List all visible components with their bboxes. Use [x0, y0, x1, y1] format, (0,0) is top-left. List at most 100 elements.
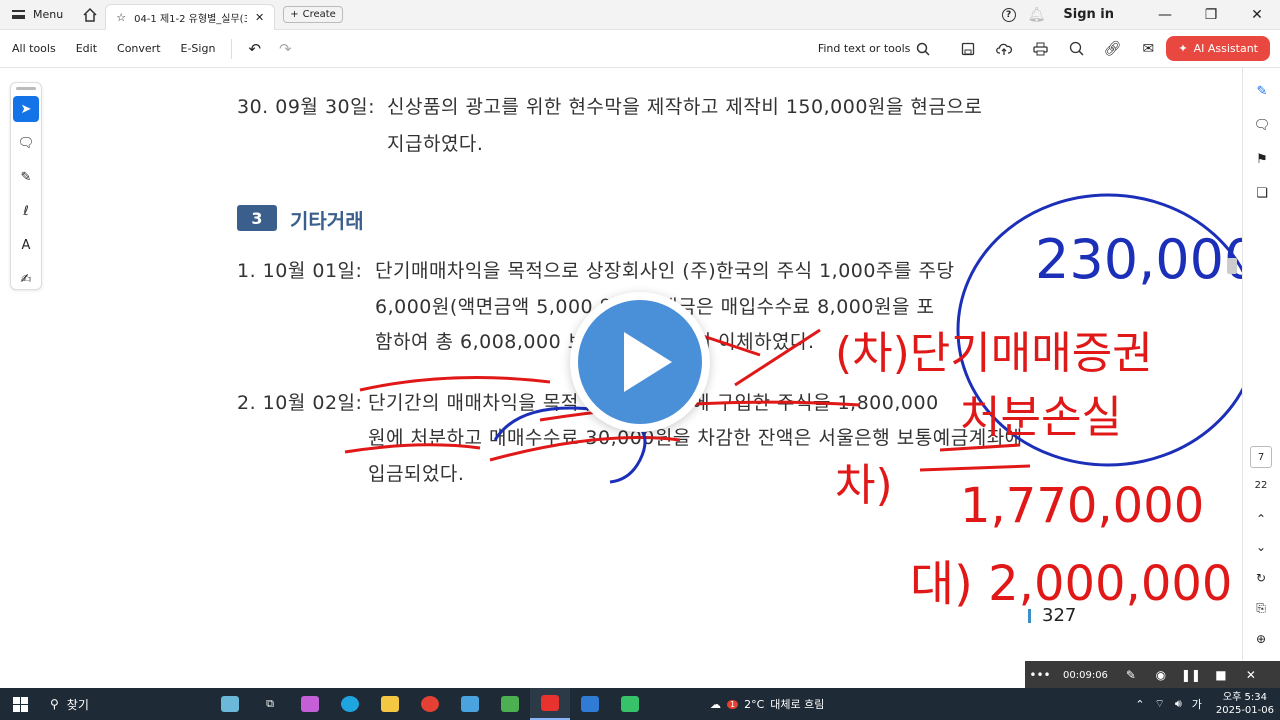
weather-widget[interactable]: ☁ 1 2°C 대체로 흐림 [710, 696, 824, 712]
question-30-line2: 지급하였다. [387, 133, 484, 155]
pen-icon[interactable]: ✎ [1116, 668, 1146, 682]
chevron-up-icon[interactable]: ⌃ [1135, 698, 1144, 711]
all-tools-button[interactable]: All tools [0, 42, 66, 55]
play-button-icon[interactable] [570, 292, 710, 432]
main-toolbar: All tools Edit Convert E-Sign ↶ ↷ Find t… [0, 30, 1280, 68]
green-app-icon[interactable] [490, 688, 530, 720]
print-icon[interactable] [1022, 42, 1058, 56]
total-pages: 22 [1254, 480, 1268, 491]
link-icon[interactable]: 🔗︎ [1094, 41, 1130, 57]
file-explorer-icon[interactable] [370, 688, 410, 720]
recorder-app-icon[interactable] [610, 688, 650, 720]
stop-icon[interactable]: ■ [1206, 668, 1236, 682]
ai-assistant-button[interactable]: ✦ AI Assistant [1166, 36, 1270, 61]
email-icon[interactable]: ✉ [1130, 41, 1166, 57]
find-label: Find text or tools [817, 42, 911, 55]
pause-icon[interactable]: ❚❚ [1176, 668, 1206, 682]
menu-label: Menu [33, 8, 64, 21]
bookmarks-icon[interactable]: ⚑ [1243, 142, 1280, 176]
esign-button[interactable]: E-Sign [171, 42, 226, 55]
create-button[interactable]: + Create [283, 6, 343, 23]
star-icon[interactable]: ☆ [116, 11, 126, 24]
chrome-app-icon[interactable] [410, 688, 450, 720]
redo-icon[interactable]: ↷ [271, 40, 300, 58]
edit-button[interactable]: Edit [66, 42, 107, 55]
tab-title: 04-1 제1-2 유형별_실무(321... [134, 13, 247, 25]
task-view-icon[interactable]: ⧉ [250, 688, 290, 720]
blue-app-icon[interactable] [570, 688, 610, 720]
pages-icon[interactable]: ❏ [1243, 176, 1280, 210]
widgets-app-icon[interactable] [210, 688, 250, 720]
minimize-icon[interactable]: — [1142, 0, 1188, 30]
cloud-icon: ☁ [710, 697, 721, 711]
clock[interactable]: 오후 5:34 2025-01-06 [1216, 691, 1274, 717]
document-tab[interactable]: ☆ 04-1 제1-2 유형별_실무(321... ✕ [105, 3, 276, 30]
find-tools-button[interactable]: Find text or tools [818, 42, 931, 56]
more-options-icon[interactable]: ••• [1025, 668, 1055, 682]
screen-recorder-bar: ••• 00:09:06 ✎ ◉ ❚❚ ■ ✕ [1025, 661, 1280, 689]
add-comment-icon[interactable]: 🗨︎ [13, 130, 39, 156]
windows-start-icon[interactable] [0, 688, 40, 720]
fill-sign-icon[interactable]: ✍ [13, 266, 39, 292]
menu-button[interactable]: Menu [0, 0, 75, 30]
clock-date: 2025-01-06 [1215, 705, 1274, 716]
weather-desc: 대체로 흐림 [770, 698, 825, 711]
section-title: 기타거래 [290, 209, 364, 233]
help-icon[interactable]: ? [1001, 7, 1016, 22]
question-30-line1: 신상품의 광고를 위한 현수막을 제작하고 제작비 150,000원을 현금으로 [387, 96, 983, 118]
plus-icon: + [290, 9, 299, 20]
zoom-in-icon[interactable]: ⊕ [1242, 632, 1280, 646]
sign-in-button[interactable]: Sign in [1063, 7, 1114, 22]
close-recorder-icon[interactable]: ✕ [1236, 668, 1266, 682]
save-icon[interactable] [950, 42, 986, 56]
question-1-label: 1. 10월 01일: [237, 260, 363, 282]
clock-time: 오후 5:34 [1222, 692, 1267, 703]
question-2-line3: 입금되었다. [368, 463, 465, 485]
ai-summary-icon[interactable]: ✎ [1243, 74, 1280, 108]
search-icon: ⚲ [50, 697, 59, 711]
select-cursor-icon[interactable]: ➤ [13, 96, 39, 122]
page-up-icon[interactable]: ⌃ [1242, 512, 1280, 526]
search-icon [917, 42, 930, 56]
hamburger-icon [12, 10, 25, 19]
undo-icon[interactable]: ↶ [238, 40, 271, 58]
draw-freehand-icon[interactable]: ℓ [13, 198, 39, 224]
weather-badge: 1 [727, 699, 739, 709]
volume-icon[interactable]: 🔊︎ [1175, 697, 1182, 711]
question-1-line1: 단기매매차익을 목적으로 상장회사인 (주)한국의 주식 1,000주를 주당 [375, 260, 955, 282]
rotate-icon[interactable]: ↻ [1242, 571, 1280, 585]
notification-bell-icon[interactable]: 🔔︎ [1028, 7, 1046, 23]
search-document-icon[interactable] [1058, 41, 1094, 56]
ai-assistant-label: AI Assistant [1193, 42, 1258, 55]
taskbar-search[interactable]: ⚲ 찾기 [40, 696, 210, 713]
screen-app-icon[interactable] [450, 688, 490, 720]
edge-app-icon[interactable] [330, 688, 370, 720]
page-down-icon[interactable]: ⌄ [1242, 540, 1280, 554]
save-copy-icon[interactable]: ⎘ [1242, 601, 1280, 616]
text-box-icon[interactable]: A [13, 232, 39, 258]
section-number-badge: 3 [237, 205, 277, 231]
copilot-app-icon[interactable] [290, 688, 330, 720]
home-icon[interactable] [75, 0, 105, 30]
acrobat-app-icon[interactable] [530, 688, 570, 720]
comments-icon[interactable]: 🗨︎ [1243, 108, 1280, 142]
taskbar-search-label: 찾기 [66, 697, 89, 712]
ime-indicator[interactable]: 가 [1192, 696, 1202, 712]
camera-icon[interactable]: ◉ [1146, 668, 1176, 682]
restore-icon[interactable]: ❐ [1188, 0, 1234, 30]
toolbar-divider [231, 38, 233, 59]
close-window-icon[interactable]: ✕ [1234, 0, 1280, 30]
upload-cloud-icon[interactable] [986, 42, 1022, 56]
rail-grip[interactable] [16, 87, 36, 90]
windows-taskbar: ⚲ 찾기 ⧉ ☁ 1 2°C 대체로 흐림 ⌃ ⌔ 🔊︎ 가 오후 5:34 2… [0, 688, 1280, 720]
system-tray: ⌃ ⌔ 🔊︎ 가 오후 5:34 2025-01-06 [1135, 691, 1280, 717]
scrollbar-thumb[interactable] [1227, 258, 1237, 274]
convert-button[interactable]: Convert [107, 42, 171, 55]
highlight-pen-icon[interactable]: ✎ [13, 164, 39, 190]
current-page-box[interactable]: 7 [1250, 446, 1272, 468]
page-number: 327 [1027, 605, 1077, 626]
weather-temp: 2°C [744, 697, 765, 711]
close-tab-icon[interactable]: ✕ [255, 11, 264, 24]
network-icon[interactable]: ⌔ [1154, 697, 1164, 711]
question-30-label: 30. 09월 30일: [237, 96, 376, 118]
